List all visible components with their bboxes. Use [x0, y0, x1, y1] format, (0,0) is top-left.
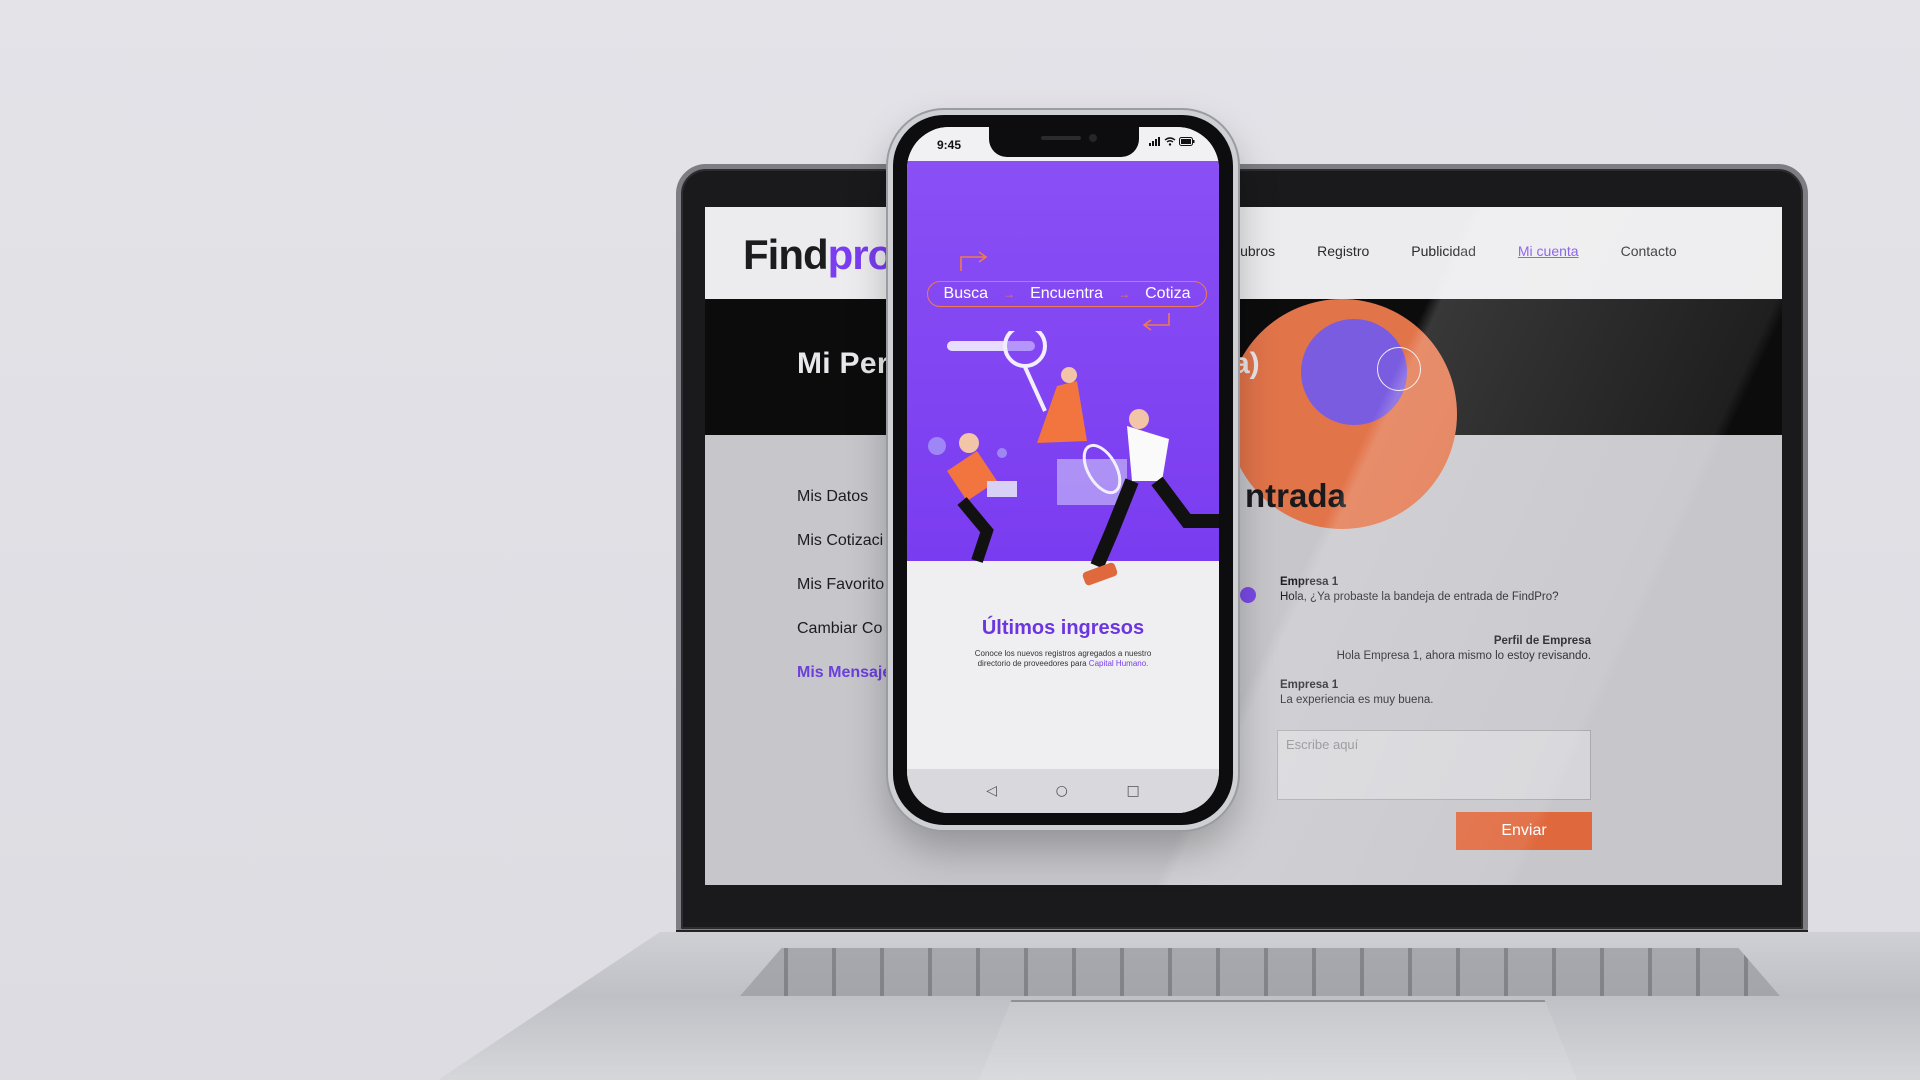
- logo-part-pro: pro: [827, 231, 894, 278]
- hero-decor-ring: [1377, 347, 1421, 391]
- nav-publicidad[interactable]: Publicidad: [1411, 243, 1476, 259]
- nav-mi-cuenta[interactable]: Mi cuenta: [1518, 243, 1579, 259]
- message-2-text: Hola Empresa 1, ahora mismo lo estoy rev…: [1336, 650, 1591, 662]
- tagline-cotiza: Cotiza: [1145, 285, 1191, 302]
- side-item-mis-cotizaciones[interactable]: Mis Cotizaci: [797, 532, 891, 576]
- side-item-mis-datos[interactable]: Mis Datos: [797, 488, 891, 532]
- inbox-title: ntrada: [1245, 477, 1346, 514]
- loop-arrow-bottom-icon: [1142, 313, 1170, 331]
- message-3: Empresa 1 La experiencia es muy buena.: [1280, 678, 1433, 708]
- tagline-pill: Busca → Encuentra → Cotiza: [927, 281, 1207, 307]
- message-3-sender: Empresa 1: [1280, 679, 1339, 691]
- status-icons: [1149, 137, 1195, 146]
- laptop-keyboard: [740, 948, 1780, 996]
- phone-notch: [989, 127, 1139, 157]
- section-description: Conoce los nuevos registros agregados a …: [967, 649, 1159, 669]
- status-time: 9:45: [937, 138, 962, 152]
- account-side-menu: Mis Datos Mis Cotizaci Mis Favorito Camb…: [797, 488, 891, 708]
- profile-hero: Mi Per a): [705, 299, 1782, 529]
- findpro-logo[interactable]: Findpro: [743, 231, 894, 279]
- front-camera: [1089, 134, 1097, 142]
- site-header: Findpro Rubros Registro Publicidad Mi cu…: [705, 207, 1782, 299]
- back-icon[interactable]: ◁: [986, 783, 997, 799]
- phone-screen: 9:45 Busca → Encuentra → Cotiza Últimos …: [907, 127, 1219, 813]
- speaker-grille: [1041, 136, 1081, 140]
- loop-arrow-top-icon: [960, 251, 988, 271]
- main-nav: Rubros Registro Publicidad Mi cuenta Con…: [1230, 243, 1719, 259]
- hero-title-left: Mi Per: [797, 347, 889, 380]
- nav-registro[interactable]: Registro: [1317, 243, 1369, 259]
- home-icon[interactable]: ○: [1056, 783, 1068, 799]
- tagline-busca: Busca: [943, 285, 988, 302]
- side-item-cambiar-contrasena[interactable]: Cambiar Co: [797, 620, 891, 664]
- send-button[interactable]: Enviar: [1456, 812, 1592, 850]
- side-item-mis-favoritos[interactable]: Mis Favorito: [797, 576, 891, 620]
- mockup-stage: Findpro Rubros Registro Publicidad Mi cu…: [0, 0, 1920, 1080]
- laptop-trackpad: [975, 1000, 1581, 1080]
- nav-contacto[interactable]: Contacto: [1621, 243, 1677, 259]
- section-title-ultimos-ingresos: Últimos ingresos: [981, 617, 1145, 639]
- search-illustration: [928, 331, 1219, 569]
- message-1-text: Hola, ¿Ya probaste la bandeja de entrada…: [1280, 591, 1559, 603]
- arrow-right-icon: →: [1118, 287, 1131, 301]
- phone-nav-bar: ◁ ○ □: [907, 769, 1219, 813]
- message-3-text: La experiencia es muy buena.: [1280, 694, 1434, 706]
- phone-hero-banner: Busca → Encuentra → Cotiza: [907, 161, 1219, 569]
- side-item-mis-mensajes[interactable]: Mis Mensaje: [797, 664, 891, 708]
- arrow-right-icon: →: [1003, 287, 1016, 301]
- message-1: Empresa 1 Hola, ¿Ya probaste la bandeja …: [1280, 575, 1559, 605]
- message-1-sender: Empresa 1: [1280, 576, 1339, 588]
- signal-icon: [1149, 137, 1160, 146]
- recents-icon[interactable]: □: [1126, 783, 1139, 799]
- laptop-screen: Findpro Rubros Registro Publicidad Mi cu…: [705, 207, 1782, 885]
- message-2-sender: Perfil de Empresa: [1493, 635, 1591, 647]
- tagline-encuentra: Encuentra: [1030, 285, 1104, 302]
- message-input[interactable]: Escribe aquí: [1277, 730, 1591, 800]
- battery-icon: [1179, 137, 1195, 146]
- avatar-dot: [1240, 587, 1256, 603]
- logo-part-find: Find: [743, 231, 829, 278]
- wifi-icon: [1164, 137, 1176, 146]
- message-2: Perfil de Empresa Hola Empresa 1, ahora …: [1280, 634, 1591, 664]
- section-description-link[interactable]: Capital Humano.: [1089, 659, 1149, 668]
- phone-device: 9:45 Busca → Encuentra → Cotiza Últimos …: [888, 110, 1238, 830]
